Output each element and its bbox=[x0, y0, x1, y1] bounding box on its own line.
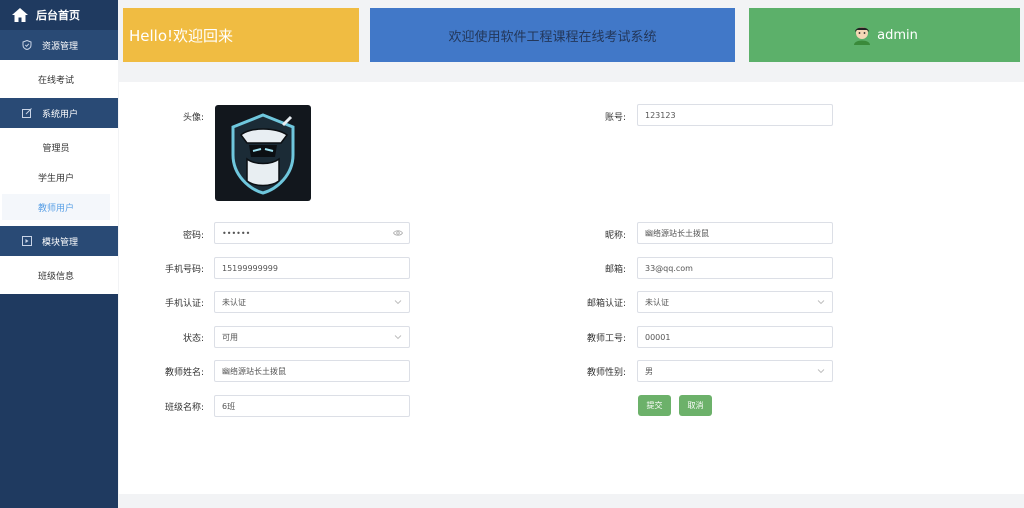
sidebar-item-class-info[interactable]: 班级信息 bbox=[2, 262, 110, 288]
class-value: 6班 bbox=[222, 401, 236, 411]
class-input[interactable]: 6班 bbox=[214, 395, 410, 417]
password-label: 密码: bbox=[182, 231, 204, 241]
user-card[interactable]: admin bbox=[749, 8, 1020, 62]
avatar-image[interactable] bbox=[215, 105, 311, 201]
status-value: 可用 bbox=[222, 332, 238, 342]
edit-icon bbox=[22, 108, 32, 118]
account-label: 账号: bbox=[604, 113, 626, 123]
nickname-input[interactable]: 幽络源站长土拨鼠 bbox=[637, 222, 833, 244]
email-verify-label: 邮箱认证: bbox=[586, 299, 626, 309]
sidebar: 后台首页 资源管理 在线考试 系统用户 管理员 学生用户 教师用户 模块管理 班… bbox=[0, 0, 118, 508]
sidebar-item-label: 在线考试 bbox=[37, 75, 74, 86]
teacher-name-value: 幽络源站长土拨鼠 bbox=[222, 366, 286, 376]
email-verify-select[interactable]: 未认证 bbox=[637, 291, 833, 313]
account-value: 123123 bbox=[645, 110, 676, 120]
nickname-value: 幽络源站长土拨鼠 bbox=[645, 228, 709, 238]
ninja-logo-icon bbox=[231, 113, 295, 195]
sidebar-group-body: 班级信息 bbox=[0, 256, 118, 294]
teacher-name-label: 教师姓名: bbox=[164, 368, 204, 378]
chevron-down-icon bbox=[394, 300, 402, 305]
status-label: 状态: bbox=[182, 334, 204, 344]
chevron-down-icon bbox=[817, 369, 825, 374]
username: admin bbox=[877, 27, 918, 43]
submit-button[interactable]: 提交 bbox=[638, 395, 671, 416]
teacher-gender-label: 教师性别: bbox=[586, 368, 626, 378]
nickname-label: 昵称: bbox=[604, 231, 626, 241]
phone-value: 15199999999 bbox=[222, 263, 278, 273]
sidebar-group-label: 资源管理 bbox=[42, 41, 79, 52]
sidebar-item-label: 管理员 bbox=[42, 143, 70, 154]
home-icon bbox=[12, 8, 28, 22]
password-input[interactable]: •••••• bbox=[214, 222, 410, 244]
chevron-down-icon bbox=[394, 335, 402, 340]
cancel-button[interactable]: 取消 bbox=[679, 395, 712, 416]
sidebar-item-student-users[interactable]: 学生用户 bbox=[2, 164, 110, 190]
home-label: 后台首页 bbox=[36, 9, 80, 22]
sidebar-group-system-users[interactable]: 系统用户 bbox=[0, 98, 118, 128]
welcome-text: 欢迎使用软件工程课程在线考试系统 bbox=[448, 29, 657, 45]
shield-icon bbox=[22, 40, 32, 50]
teacher-id-value: 00001 bbox=[645, 332, 671, 342]
phone-verify-label: 手机认证: bbox=[164, 299, 204, 309]
phone-label: 手机号码: bbox=[164, 265, 204, 275]
sidebar-group-label: 系统用户 bbox=[42, 109, 79, 120]
teacher-id-label: 教师工号: bbox=[586, 334, 626, 344]
avatar-label: 头像: bbox=[182, 113, 204, 123]
teacher-form: 头像: 账号: 123123 密码: •••••• 昵称: 幽络源站长土拨鼠 手… bbox=[119, 82, 1024, 494]
sidebar-item-label: 班级信息 bbox=[37, 271, 74, 282]
user-avatar-icon bbox=[854, 27, 871, 45]
hello-card: Hello!欢迎回来 bbox=[123, 8, 359, 62]
teacher-gender-select[interactable]: 男 bbox=[637, 360, 833, 382]
sidebar-item-online-exam[interactable]: 在线考试 bbox=[2, 66, 110, 92]
hello-text: Hello!欢迎回来 bbox=[129, 26, 234, 45]
email-value: 33@qq.com bbox=[645, 263, 693, 273]
class-label: 班级名称: bbox=[164, 403, 204, 413]
welcome-card: 欢迎使用软件工程课程在线考试系统 bbox=[370, 8, 735, 62]
teacher-name-input[interactable]: 幽络源站长土拨鼠 bbox=[214, 360, 410, 382]
sidebar-item-label: 学生用户 bbox=[37, 173, 74, 184]
chevron-down-icon bbox=[817, 300, 825, 305]
sidebar-item-label: 教师用户 bbox=[37, 203, 74, 214]
teacher-gender-value: 男 bbox=[645, 366, 653, 376]
teacher-id-input[interactable]: 00001 bbox=[637, 326, 833, 348]
sidebar-group-resources[interactable]: 资源管理 bbox=[0, 30, 118, 60]
password-value: •••••• bbox=[222, 228, 251, 238]
module-icon bbox=[22, 236, 32, 246]
sidebar-group-body: 管理员 学生用户 教师用户 bbox=[0, 128, 118, 226]
sidebar-item-admin[interactable]: 管理员 bbox=[2, 134, 110, 160]
sidebar-group-modules[interactable]: 模块管理 bbox=[0, 226, 118, 256]
phone-input[interactable]: 15199999999 bbox=[214, 257, 410, 279]
sidebar-item-teacher-users[interactable]: 教师用户 bbox=[2, 194, 110, 220]
status-select[interactable]: 可用 bbox=[214, 326, 410, 348]
sidebar-group-label: 模块管理 bbox=[42, 237, 79, 248]
sidebar-group-body: 在线考试 bbox=[0, 60, 118, 98]
eye-icon[interactable] bbox=[393, 228, 403, 238]
phone-verify-select[interactable]: 未认证 bbox=[214, 291, 410, 313]
email-verify-value: 未认证 bbox=[645, 297, 669, 307]
email-input[interactable]: 33@qq.com bbox=[637, 257, 833, 279]
account-input[interactable]: 123123 bbox=[637, 104, 833, 126]
email-label: 邮箱: bbox=[604, 265, 626, 275]
phone-verify-value: 未认证 bbox=[222, 297, 246, 307]
sidebar-home[interactable]: 后台首页 bbox=[0, 0, 118, 30]
